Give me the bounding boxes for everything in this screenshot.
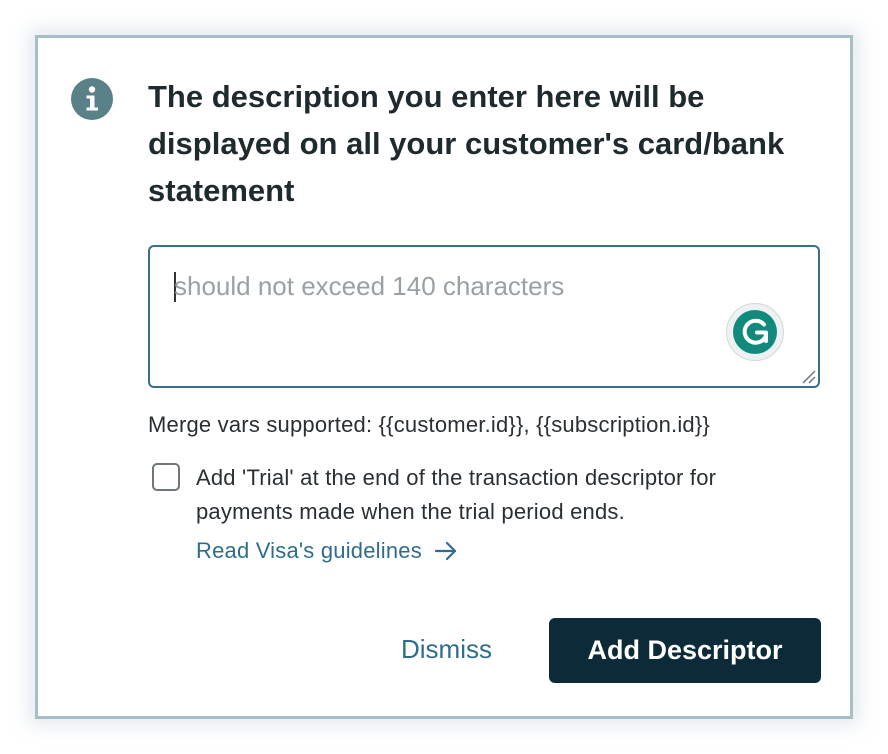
add-descriptor-button[interactable]: Add Descriptor bbox=[549, 618, 821, 683]
info-icon bbox=[71, 78, 113, 120]
merge-vars-hint: Merge vars supported: {{customer.id}}, {… bbox=[148, 412, 710, 437]
trial-checkbox[interactable] bbox=[152, 463, 180, 491]
dismiss-button[interactable]: Dismiss bbox=[401, 634, 492, 665]
trial-checkbox-label[interactable]: Add 'Trial' at the end of the transactio… bbox=[196, 461, 816, 529]
arrow-right-icon bbox=[434, 539, 458, 563]
grammarly-icon[interactable] bbox=[726, 303, 784, 361]
descriptor-input[interactable]: should not exceed 140 characters bbox=[148, 245, 820, 388]
resize-handle-icon[interactable] bbox=[800, 368, 816, 384]
visa-guidelines-link[interactable]: Read Visa's guidelines bbox=[196, 538, 458, 564]
descriptor-placeholder: should not exceed 140 characters bbox=[174, 271, 565, 301]
dialog-title: The description you enter here will be d… bbox=[148, 79, 785, 208]
descriptor-dialog: The description you enter here will be d… bbox=[35, 35, 853, 719]
visa-guidelines-label[interactable]: Read Visa's guidelines bbox=[196, 538, 422, 564]
